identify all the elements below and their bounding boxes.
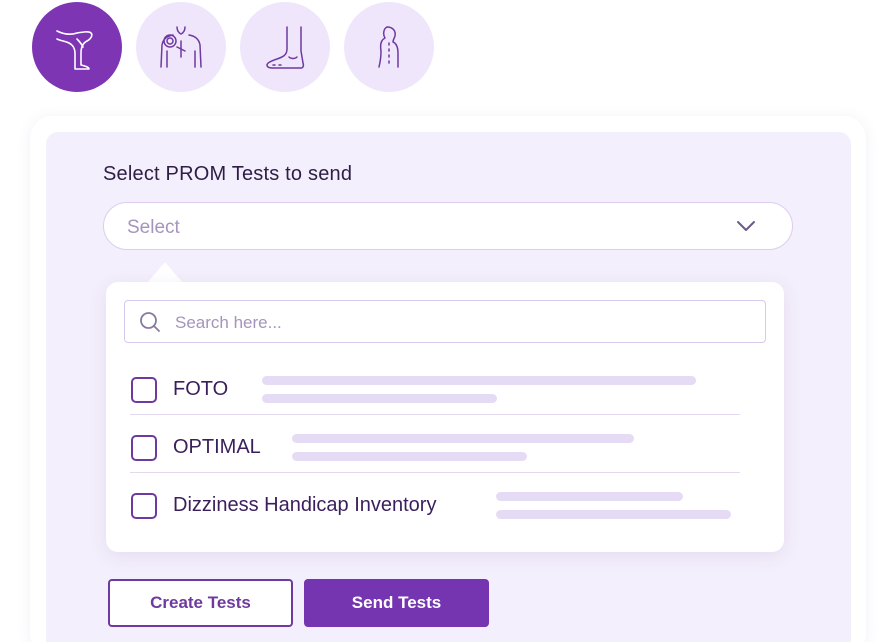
chevron-down-icon — [737, 221, 755, 231]
prom-select-dropdown[interactable]: Select — [103, 202, 793, 250]
leg-icon — [56, 30, 93, 70]
search-placeholder: Search here... — [175, 313, 282, 332]
region-leg-button[interactable] — [32, 2, 122, 92]
checkbox[interactable] — [131, 377, 157, 403]
region-shoulder-button[interactable] — [136, 2, 226, 92]
foot-icon — [266, 26, 305, 69]
option-label: OPTIMAL — [173, 436, 261, 458]
divider — [130, 414, 740, 415]
shoulder-pain-icon — [160, 26, 202, 68]
region-spine-button[interactable] — [344, 2, 434, 92]
prom-test-screen: Select PROM Tests to send Select Search … — [0, 0, 895, 642]
checkbox[interactable] — [131, 435, 157, 461]
create-tests-button[interactable]: Create Tests — [108, 579, 293, 627]
region-foot-button[interactable] — [240, 2, 330, 92]
search-icon — [140, 312, 160, 332]
select-placeholder: Select — [127, 217, 180, 238]
placeholder-line — [262, 394, 497, 403]
prom-select-title: Select PROM Tests to send — [103, 163, 353, 185]
option-label: Dizziness Handicap Inventory — [173, 494, 437, 516]
placeholder-line — [262, 376, 696, 385]
spine-icon — [378, 26, 399, 68]
option-label: FOTO — [173, 378, 229, 400]
send-tests-button[interactable]: Send Tests — [304, 579, 489, 627]
placeholder-line — [292, 452, 527, 461]
divider — [130, 472, 740, 473]
placeholder-line — [496, 492, 683, 501]
dropdown-pointer — [147, 262, 183, 283]
checkbox[interactable] — [131, 493, 157, 519]
search-input[interactable]: Search here... — [124, 300, 766, 343]
placeholder-line — [292, 434, 634, 443]
placeholder-line — [496, 510, 731, 519]
